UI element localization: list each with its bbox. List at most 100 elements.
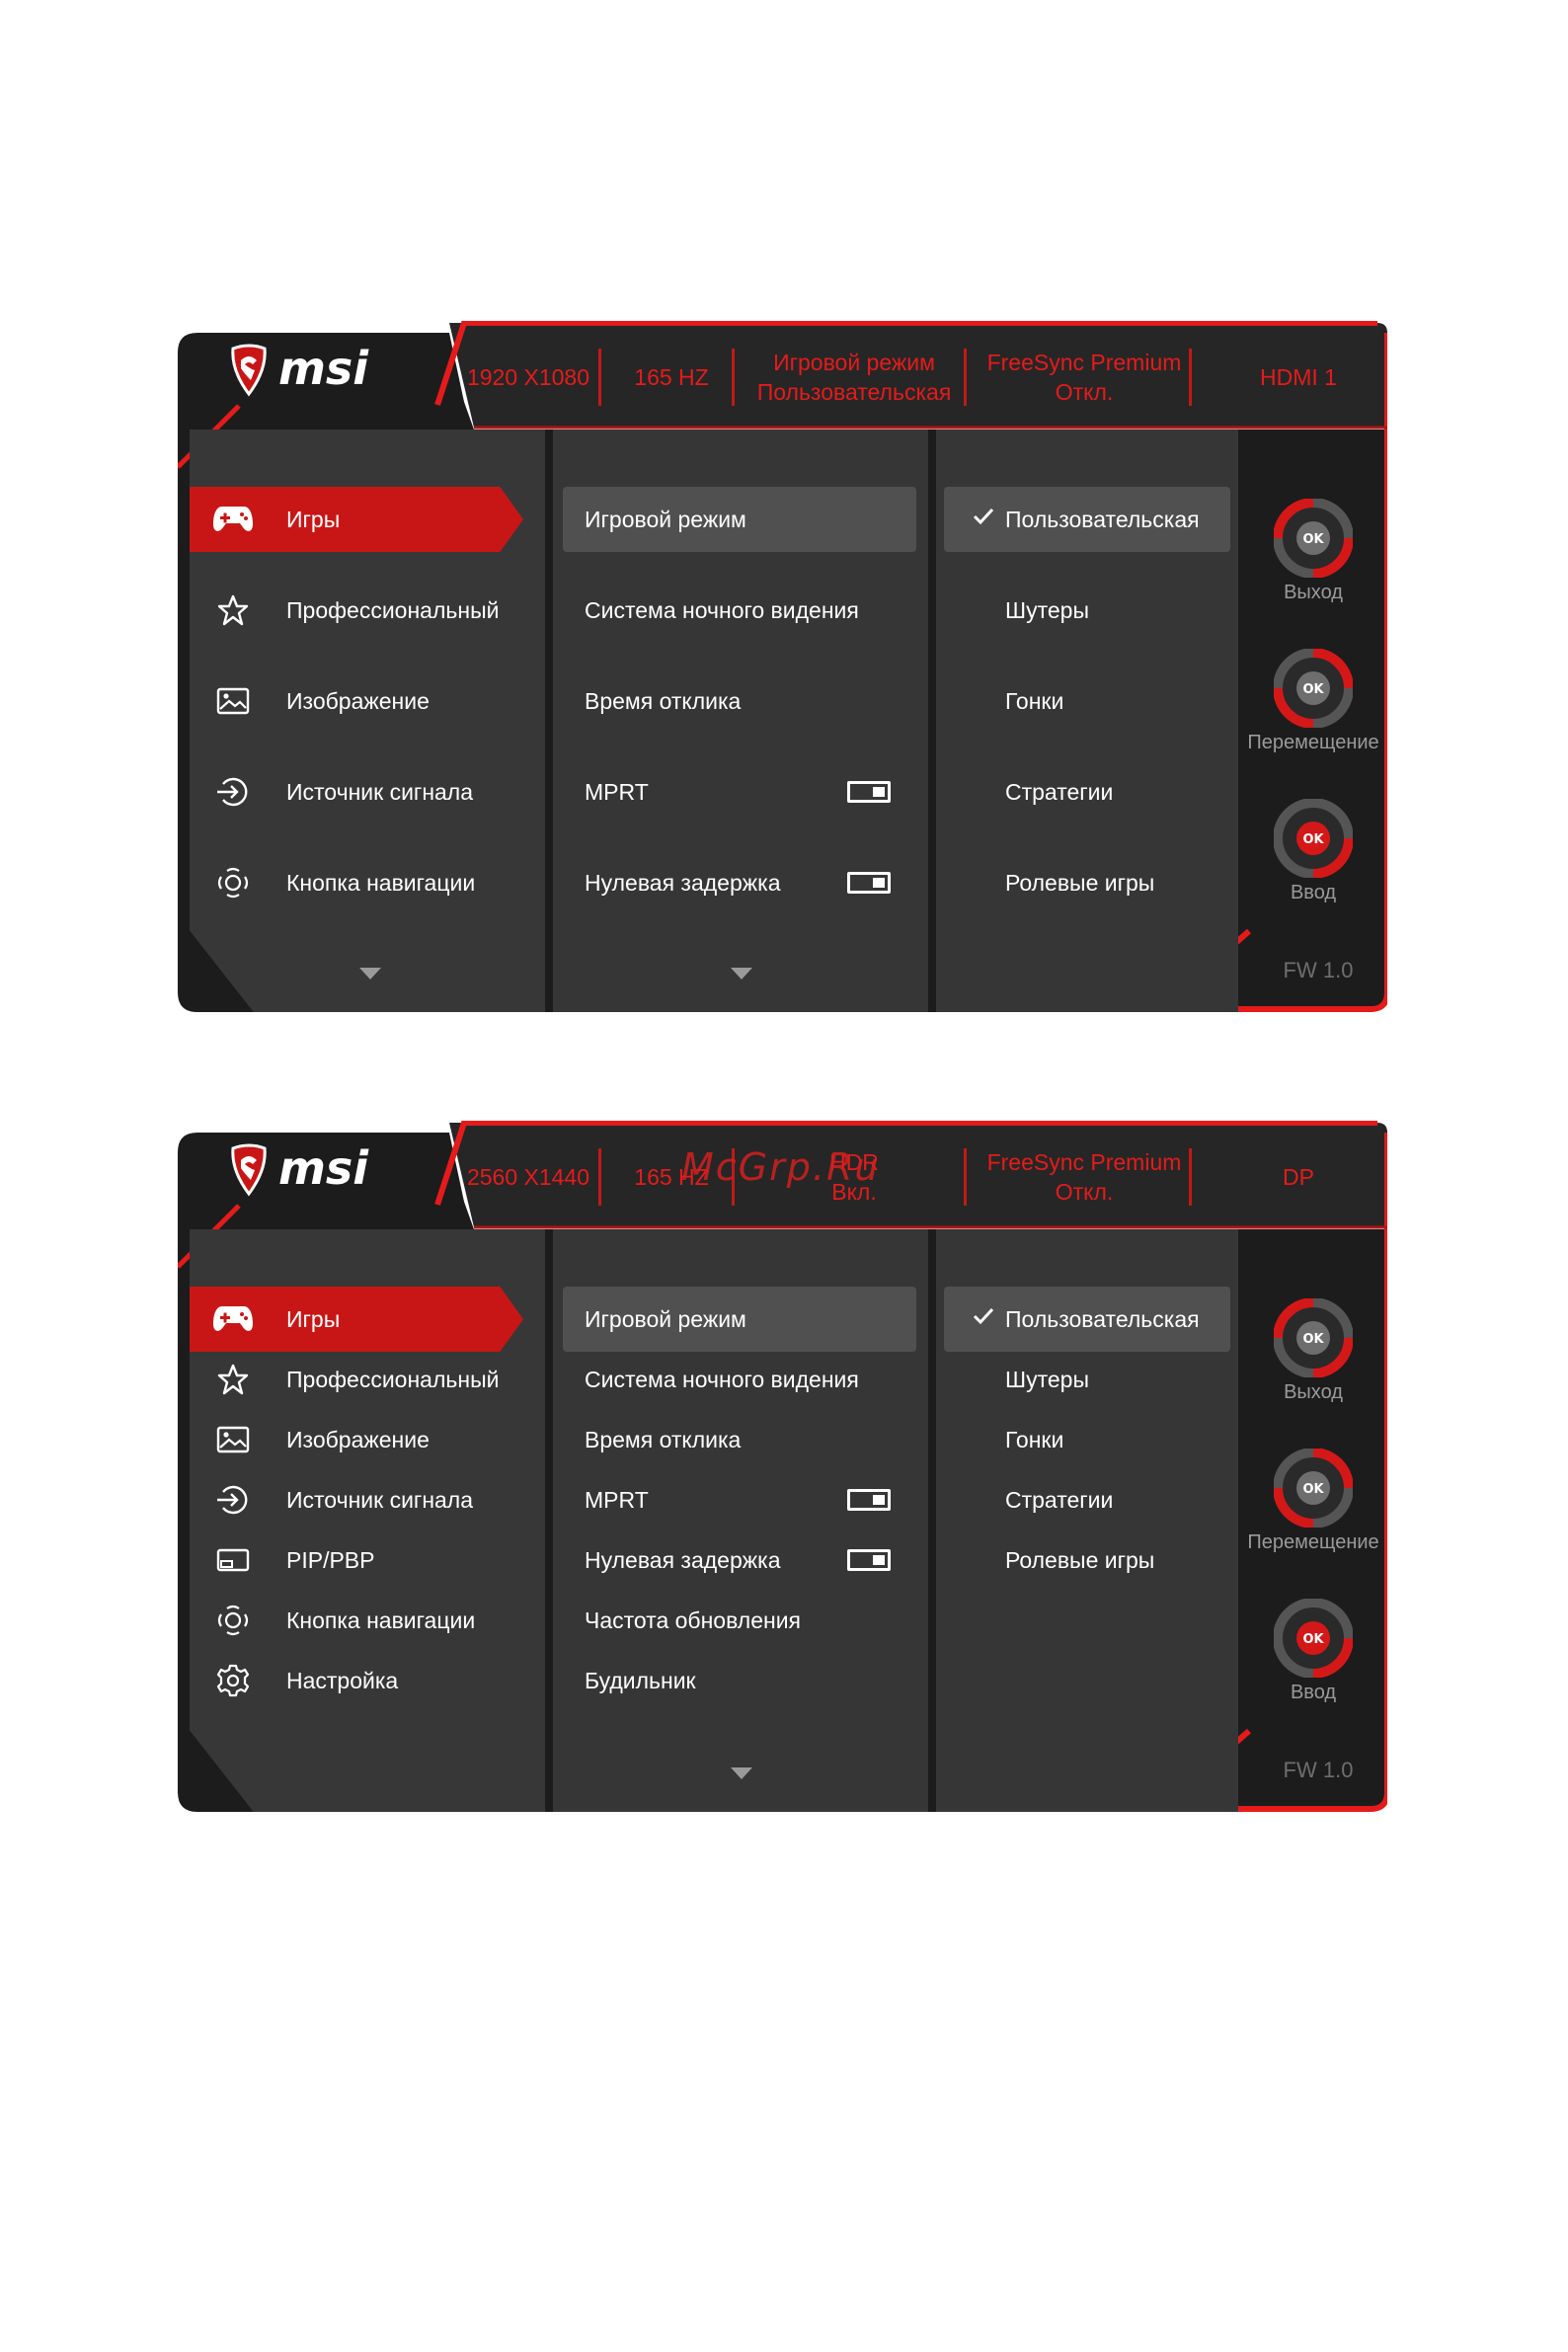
submenu-item-label: Нулевая задержка bbox=[585, 869, 781, 896]
submenu-item-4[interactable]: Нулевая задержка bbox=[563, 850, 916, 915]
submenu-item-2[interactable]: Время отклика bbox=[563, 668, 916, 734]
option-item-label: Пользовательская bbox=[1005, 1305, 1200, 1332]
check-icon bbox=[972, 1304, 995, 1328]
nav-item-1[interactable]: Профессиональный bbox=[190, 578, 523, 643]
option-item-2[interactable]: Гонки bbox=[944, 1407, 1230, 1472]
status-0: 2560 X1440 bbox=[464, 1142, 592, 1212]
control-hint-0: OK Выход bbox=[1264, 489, 1363, 617]
option-item-0[interactable]: Пользовательская bbox=[944, 487, 1230, 552]
submenu-item-label: Система ночного видения bbox=[585, 1366, 859, 1392]
nav-item-2[interactable]: Изображение bbox=[190, 668, 523, 734]
status-separator bbox=[598, 1148, 601, 1206]
submenu-item-1[interactable]: Система ночного видения bbox=[563, 1347, 916, 1412]
status-4: HDMI 1 bbox=[1224, 343, 1372, 412]
submenu-item-label: MPRT bbox=[585, 1486, 649, 1513]
option-item-label: Стратегии bbox=[1005, 778, 1114, 805]
nav-item-3[interactable]: Источник сигнала bbox=[190, 1467, 523, 1532]
option-item-2[interactable]: Гонки bbox=[944, 668, 1230, 734]
nav-item-0[interactable]: Игры bbox=[190, 487, 523, 552]
nav-item-label: Настройка bbox=[286, 1667, 399, 1693]
submenu-item-3[interactable]: MPRT bbox=[563, 759, 916, 824]
status-separator bbox=[1189, 1148, 1192, 1206]
submenu-item-label: Будильник bbox=[585, 1667, 696, 1693]
scroll-down-arrow-icon[interactable] bbox=[731, 1767, 752, 1779]
nav-item-2[interactable]: Изображение bbox=[190, 1407, 523, 1472]
status-4: DP bbox=[1224, 1142, 1372, 1212]
status-0: 1920 X1080 bbox=[464, 343, 592, 412]
submenu-item-0[interactable]: Игровой режим bbox=[563, 487, 916, 552]
svg-text:OK: OK bbox=[1302, 532, 1324, 547]
nav-item-4[interactable]: PIP/PBP bbox=[190, 1528, 523, 1593]
svg-text:OK: OK bbox=[1302, 682, 1324, 697]
nav-item-5[interactable]: Кнопка навигации bbox=[190, 1588, 523, 1653]
nav-item-6[interactable]: Настройка bbox=[190, 1648, 523, 1713]
gamepad-icon bbox=[209, 496, 257, 543]
toggle-switch[interactable] bbox=[847, 872, 891, 894]
option-item-3[interactable]: Стратегии bbox=[944, 759, 1230, 824]
submenu-item-6[interactable]: Будильник bbox=[563, 1648, 916, 1713]
status-line1: Игровой режим bbox=[773, 350, 935, 375]
toggle-switch[interactable] bbox=[847, 1549, 891, 1571]
control-hint-label: Перемещение bbox=[1247, 732, 1379, 753]
option-item-label: Шутеры bbox=[1005, 596, 1089, 623]
firmware-version: FW 1.0 bbox=[1283, 958, 1354, 982]
submenu-item-3[interactable]: MPRT bbox=[563, 1467, 916, 1532]
star-icon bbox=[209, 1356, 257, 1403]
submenu-item-label: Нулевая задержка bbox=[585, 1546, 781, 1573]
option-item-1[interactable]: Шутеры bbox=[944, 1347, 1230, 1412]
osd-menu-2: msi 2560 X1440 165 HZ HDR Вкл. FreeSync Premi… bbox=[178, 1121, 1387, 1812]
gamepad-icon bbox=[209, 1295, 257, 1343]
pip-icon bbox=[209, 1536, 257, 1584]
nav-item-label: Профессиональный bbox=[286, 1366, 500, 1392]
option-item-1[interactable]: Шутеры bbox=[944, 578, 1230, 643]
joystick-icon: OK bbox=[1273, 1448, 1354, 1532]
option-item-label: Ролевые игры bbox=[1005, 869, 1155, 896]
status-1: 165 HZ bbox=[617, 343, 726, 412]
toggle-switch[interactable] bbox=[847, 781, 891, 803]
joystick-icon: OK bbox=[1273, 1598, 1354, 1683]
submenu-item-1[interactable]: Система ночного видения bbox=[563, 578, 916, 643]
joystick-icon: OK bbox=[1273, 1297, 1354, 1382]
svg-text:OK: OK bbox=[1302, 1632, 1324, 1647]
nav-item-label: Игры bbox=[286, 506, 341, 532]
option-item-0[interactable]: Пользовательская bbox=[944, 1287, 1230, 1352]
nav-item-4[interactable]: Кнопка навигации bbox=[190, 850, 523, 915]
msi-logo: msi bbox=[227, 341, 395, 400]
nav-item-label: Источник сигнала bbox=[286, 1486, 474, 1513]
status-separator bbox=[1189, 349, 1192, 406]
nav-item-label: Изображение bbox=[286, 1426, 430, 1452]
submenu-item-label: Частота обновления bbox=[585, 1607, 802, 1633]
scroll-down-arrow-icon[interactable] bbox=[731, 968, 752, 980]
input-source-icon bbox=[209, 768, 257, 816]
option-item-4[interactable]: Ролевые игры bbox=[944, 850, 1230, 915]
option-item-4[interactable]: Ролевые игры bbox=[944, 1528, 1230, 1593]
submenu-item-label: Игровой режим bbox=[585, 1305, 746, 1332]
control-hint-label: Выход bbox=[1284, 1381, 1343, 1403]
gear-icon bbox=[209, 1657, 257, 1704]
nav-item-label: PIP/PBP bbox=[286, 1546, 375, 1573]
option-item-3[interactable]: Стратегии bbox=[944, 1467, 1230, 1532]
control-hint-2: OK Ввод bbox=[1264, 1589, 1363, 1717]
input-source-icon bbox=[209, 1476, 257, 1524]
svg-text:msi: msi bbox=[278, 1141, 369, 1195]
nav-item-1[interactable]: Профессиональный bbox=[190, 1347, 523, 1412]
nav-item-3[interactable]: Источник сигнала bbox=[190, 759, 523, 824]
submenu-item-0[interactable]: Игровой режим bbox=[563, 1287, 916, 1352]
firmware-version: FW 1.0 bbox=[1283, 1758, 1354, 1782]
scroll-down-arrow-icon[interactable] bbox=[359, 968, 381, 980]
status-line1: FreeSync Premium bbox=[986, 350, 1182, 375]
submenu-item-4[interactable]: Нулевая задержка bbox=[563, 1528, 916, 1593]
status-line1: 2560 X1440 bbox=[466, 1164, 590, 1190]
nav-item-label: Изображение bbox=[286, 687, 430, 714]
navi-key-icon bbox=[209, 1597, 257, 1644]
option-item-label: Гонки bbox=[1005, 687, 1064, 714]
nav-item-0[interactable]: Игры bbox=[190, 1287, 523, 1352]
submenu-item-2[interactable]: Время отклика bbox=[563, 1407, 916, 1472]
submenu-item-5[interactable]: Частота обновления bbox=[563, 1588, 916, 1653]
submenu-item-label: Время отклика bbox=[585, 687, 742, 714]
status-separator bbox=[732, 349, 735, 406]
joystick-icon: OK bbox=[1273, 798, 1354, 883]
nav-item-label: Источник сигнала bbox=[286, 778, 474, 805]
status-3: FreeSync Premium Откл. bbox=[985, 343, 1183, 412]
toggle-switch[interactable] bbox=[847, 1489, 891, 1511]
